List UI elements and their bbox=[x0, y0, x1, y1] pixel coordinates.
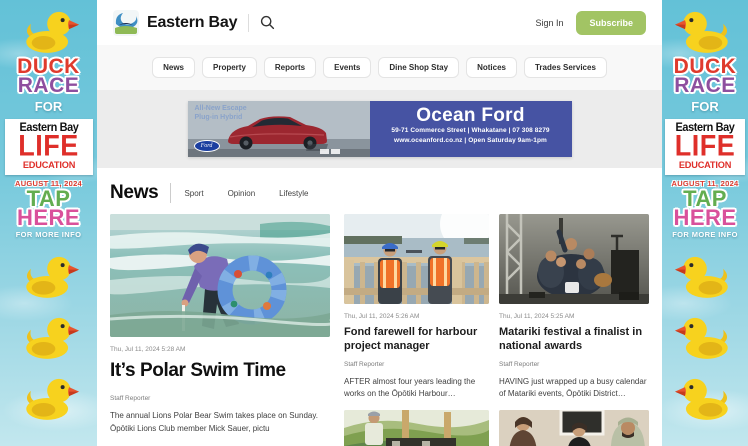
article-byline: Staff Reporter bbox=[110, 395, 151, 402]
rubber-duck-icon bbox=[25, 256, 79, 298]
site-header: Eastern Bay Sign In Subscribe bbox=[97, 0, 662, 45]
ford-logo: Ford bbox=[193, 140, 220, 152]
ocean-ford-banner[interactable]: All-New Escape Plug-in Hybrid Ford Ocean… bbox=[187, 101, 572, 157]
article-teaser: HAVING just wrapped up a busy calendar o… bbox=[499, 376, 647, 399]
article-image-people[interactable] bbox=[499, 410, 649, 446]
rubber-duck-icon bbox=[675, 317, 728, 359]
news-content: News Sport Opinion Lifestyle Thu, Jul 11… bbox=[97, 168, 662, 446]
subscribe-button[interactable]: Subscribe bbox=[576, 10, 646, 35]
nav-item-events[interactable]: Events bbox=[323, 57, 372, 78]
article-image-polar-swim[interactable] bbox=[110, 214, 330, 337]
article-byline: Staff Reporter bbox=[344, 360, 385, 368]
primary-nav: News Property Reports Events Dine Shop S… bbox=[97, 45, 662, 90]
ad-cta-here: HERE bbox=[16, 204, 81, 230]
article-harbour: Thu, Jul 11, 2024 5:26 AM Fond farewell … bbox=[344, 214, 489, 446]
article-image-hills[interactable] bbox=[344, 410, 489, 446]
article-timestamp: Thu, Jul 11, 2024 5:28 AM bbox=[110, 346, 186, 353]
ad-word-for: FOR bbox=[691, 98, 719, 114]
ad-word-race: RACE bbox=[674, 74, 736, 98]
ad-org-box: Eastern Bay LIFE EDUCATION bbox=[4, 118, 93, 176]
nav-item-notices[interactable]: Notices bbox=[466, 57, 517, 78]
rubber-duck-icon bbox=[675, 11, 728, 53]
rubber-duck-icon bbox=[675, 256, 728, 298]
nav-item-reports[interactable]: Reports bbox=[263, 57, 317, 78]
tab-lifestyle[interactable]: Lifestyle bbox=[279, 189, 308, 198]
ad-more-info: FOR MORE INFO bbox=[15, 229, 82, 239]
banner-text-panel: Ocean Ford 59-71 Commerce Street | Whaka… bbox=[369, 101, 572, 157]
tab-sport[interactable]: Sport bbox=[184, 189, 203, 198]
rubber-duck-icon bbox=[25, 378, 79, 420]
article-timestamp: Thu, Jul 11, 2024 5:25 AM bbox=[499, 313, 575, 320]
article-byline: Staff Reporter bbox=[499, 360, 540, 368]
article-headline[interactable]: Fond farewell for harbour project manage… bbox=[344, 325, 489, 354]
article-teaser: The annual Lions Polar Bear Swim takes p… bbox=[110, 411, 318, 433]
duck-race-ad-right[interactable]: DUCK RACE FOR Eastern Bay LIFE EDUCATION… bbox=[662, 0, 748, 446]
article-image-matariki[interactable] bbox=[499, 214, 649, 304]
tab-opinion[interactable]: Opinion bbox=[228, 189, 256, 198]
main-content: Eastern Bay Sign In Subscribe News Prope… bbox=[97, 0, 662, 446]
article-image-harbour[interactable] bbox=[344, 214, 489, 304]
ad-cta-here: HERE bbox=[673, 204, 737, 230]
nav-item-dine-shop-stay[interactable]: Dine Shop Stay bbox=[378, 57, 460, 78]
sign-in-link[interactable]: Sign In bbox=[535, 18, 563, 28]
ad-band: All-New Escape Plug-in Hybrid Ford Ocean… bbox=[97, 90, 662, 168]
banner-website: www.oceanford.co.nz | Open Saturday 9am-… bbox=[394, 137, 547, 144]
ad-word-race: RACE bbox=[17, 74, 80, 98]
rubber-duck-icon bbox=[25, 11, 79, 53]
ad-word-for: FOR bbox=[34, 98, 63, 114]
site-title[interactable]: Eastern Bay bbox=[147, 14, 237, 32]
duck-stack bbox=[0, 252, 97, 422]
nav-item-property[interactable]: Property bbox=[202, 57, 257, 78]
ad-more-info: FOR MORE INFO bbox=[672, 229, 738, 239]
banner-fineprint bbox=[319, 149, 340, 154]
section-title: News bbox=[110, 182, 159, 203]
article-matariki: Thu, Jul 11, 2024 5:25 AM Matariki festi… bbox=[499, 214, 649, 446]
nav-item-news[interactable]: News bbox=[152, 57, 195, 78]
duck-stack bbox=[662, 252, 748, 422]
rubber-duck-icon bbox=[675, 378, 728, 420]
ad-org-education: EDUCATION bbox=[22, 160, 75, 172]
section-divider bbox=[170, 183, 172, 203]
rubber-duck-icon bbox=[25, 317, 79, 359]
header-divider bbox=[248, 13, 250, 32]
ad-org-life: LIFE bbox=[674, 129, 736, 162]
banner-car-image: All-New Escape Plug-in Hybrid Ford bbox=[187, 101, 370, 157]
nav-item-trades-services[interactable]: Trades Services bbox=[523, 57, 607, 78]
article-teaser: AFTER almost four years leading the work… bbox=[344, 376, 476, 399]
ad-org-life: LIFE bbox=[18, 129, 79, 162]
site-logo[interactable] bbox=[113, 9, 139, 36]
ad-org-education: EDUCATION bbox=[678, 160, 732, 172]
search-icon[interactable] bbox=[260, 15, 275, 30]
article-headline[interactable]: It’s Polar Swim Time bbox=[110, 360, 330, 382]
page: DUCK RACE FOR Eastern Bay LIFE EDUCATION… bbox=[0, 0, 748, 446]
duck-race-ad-left[interactable]: DUCK RACE FOR Eastern Bay LIFE EDUCATION… bbox=[0, 0, 97, 446]
banner-address: 59-71 Commerce Street | Whakatane | 07 3… bbox=[391, 126, 550, 134]
ad-org-box: Eastern Bay LIFE EDUCATION bbox=[665, 118, 745, 176]
section-header: News Sport Opinion Lifestyle bbox=[110, 182, 650, 204]
article-headline[interactable]: Matariki festival a finalist in national… bbox=[499, 325, 649, 354]
article-lead: Thu, Jul 11, 2024 5:28 AM It’s Polar Swi… bbox=[110, 214, 330, 446]
article-timestamp: Thu, Jul 11, 2024 5:26 AM bbox=[344, 313, 420, 320]
banner-title: Ocean Ford bbox=[416, 105, 525, 126]
banner-car-text: All-New Escape Plug-in Hybrid bbox=[194, 105, 247, 121]
